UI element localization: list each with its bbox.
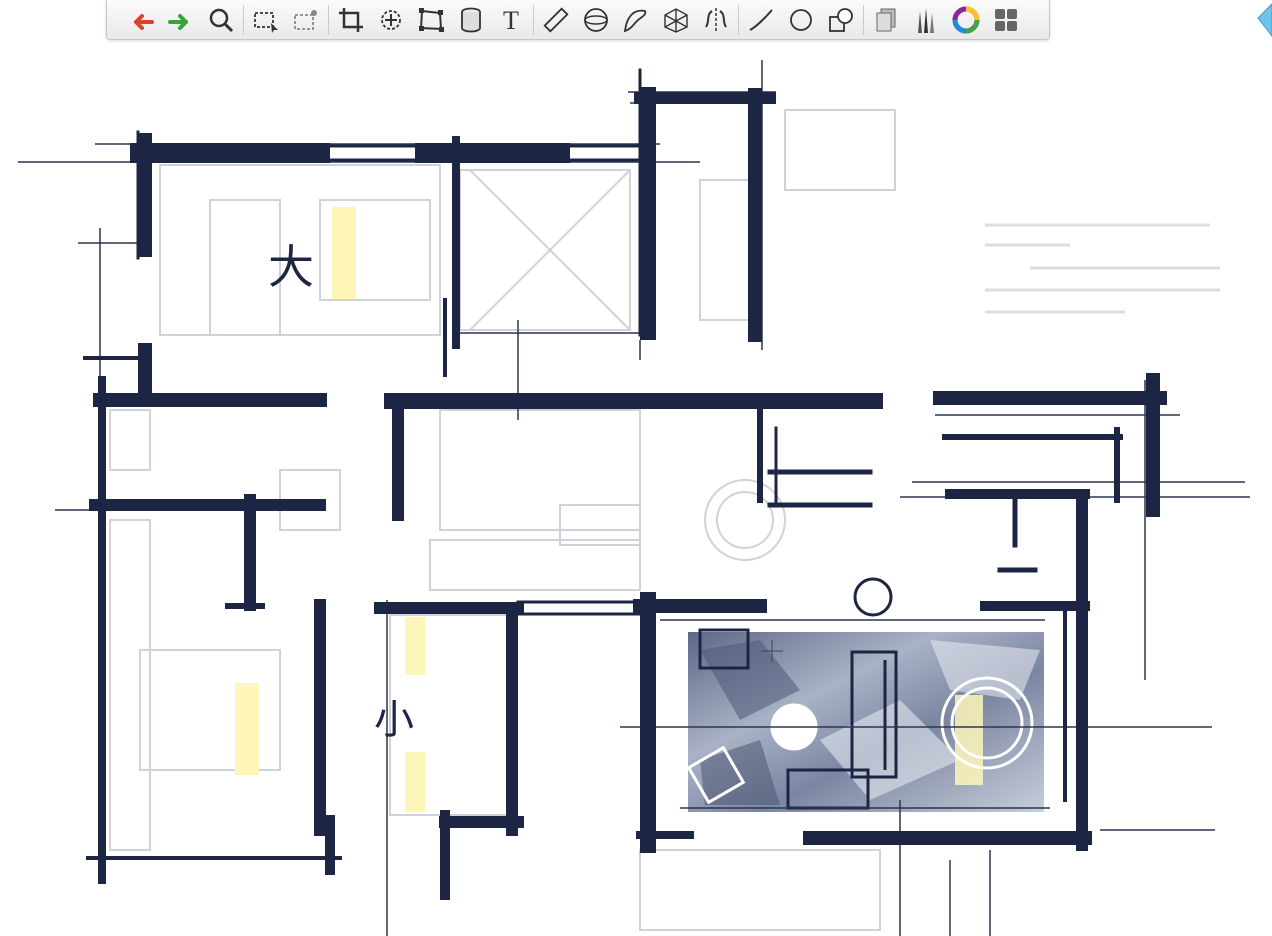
color-wheel-icon: [952, 6, 980, 33]
ellipse-guide-button[interactable]: [576, 2, 616, 38]
text-button[interactable]: T: [491, 2, 531, 38]
menu-grid-icon: [995, 8, 1017, 31]
zoom-button[interactable]: [201, 2, 241, 38]
shape-icon: [829, 7, 853, 32]
brushes-icon: [918, 7, 934, 33]
svg-text:T: T: [503, 6, 519, 35]
top-toolbar: T: [106, 0, 1050, 40]
symmetry-button[interactable]: [696, 2, 736, 38]
circle-button[interactable]: [781, 2, 821, 38]
rect-select-icon: [254, 11, 278, 33]
toolbar-divider: [328, 4, 329, 35]
undo-button[interactable]: [121, 2, 161, 38]
color-picker-button[interactable]: [946, 2, 986, 38]
layers-button[interactable]: [866, 2, 906, 38]
crop-button[interactable]: [331, 2, 371, 38]
side-panel-tab-icon[interactable]: [1254, 2, 1272, 38]
toolbar-divider: [243, 4, 244, 35]
transform-button[interactable]: [371, 2, 411, 38]
crop-icon: [339, 7, 363, 32]
faint-notes: [985, 223, 1220, 314]
main-menu-button[interactable]: [986, 2, 1026, 38]
ruler-button[interactable]: [536, 2, 576, 38]
brushes-button[interactable]: [906, 2, 946, 38]
french-curve-button[interactable]: [616, 2, 656, 38]
perspective-grid-button[interactable]: [656, 2, 696, 38]
transform-icon: [381, 9, 401, 30]
shape-button[interactable]: [821, 2, 861, 38]
symmetry-icon: [705, 7, 727, 32]
text-icon: T: [503, 6, 519, 35]
magnifier-icon: [209, 8, 234, 32]
circle-icon: [790, 8, 812, 31]
distort-icon: [419, 7, 444, 32]
redo-button[interactable]: [161, 2, 201, 38]
handwritten-label-small: 小: [374, 698, 414, 742]
line-button[interactable]: [741, 2, 781, 38]
cylinder-icon: [461, 7, 481, 32]
layers-icon: [876, 8, 896, 31]
toolbar-divider: [533, 4, 534, 35]
toolbar-divider: [738, 4, 739, 35]
ruler-icon: [543, 6, 569, 33]
french-curve-icon: [623, 9, 647, 32]
svg-text:小: 小: [374, 698, 414, 742]
line-icon: [749, 8, 773, 31]
undo-arrow-icon: [134, 13, 154, 30]
toolbar-divider: [863, 4, 864, 35]
drawing-canvas[interactable]: 大 小: [0, 0, 1272, 936]
redo-arrow-icon: [168, 13, 188, 30]
lasso-select-button[interactable]: [286, 2, 326, 38]
rect-select-button[interactable]: [246, 2, 286, 38]
cylinder-button[interactable]: [451, 2, 491, 38]
distort-button[interactable]: [411, 2, 451, 38]
lasso-select-icon: [294, 9, 317, 30]
handwritten-label-large: 大: [268, 241, 314, 293]
ellipse-guide-icon: [584, 7, 608, 32]
svg-text:大: 大: [268, 241, 314, 293]
perspective-grid-icon: [664, 7, 688, 33]
